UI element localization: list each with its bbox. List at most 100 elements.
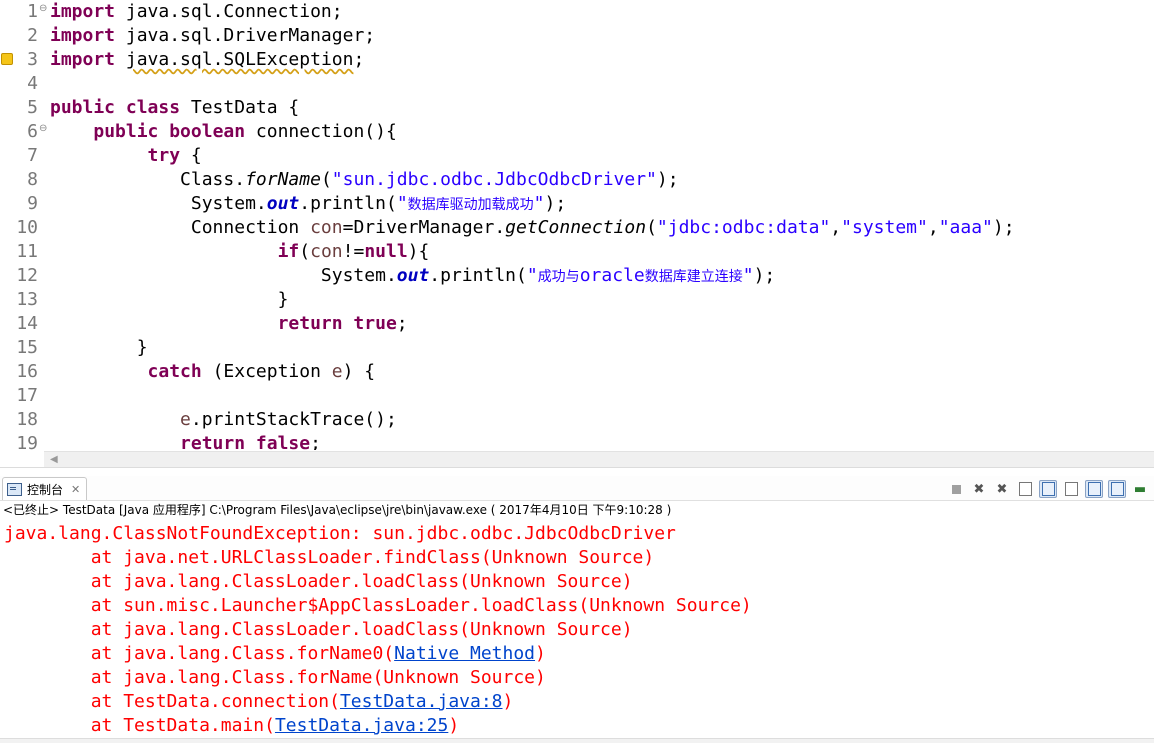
code-text: Connection con=DriverManager.getConnecti… (50, 216, 1015, 240)
code-line[interactable]: 19 return false; (0, 432, 1154, 450)
code-token: ( (320, 169, 332, 190)
code-token: if (277, 241, 300, 262)
code-line[interactable]: 2 import java.sql.DriverManager; (0, 24, 1154, 48)
code-text: try { (50, 144, 202, 168)
code-token: import (50, 25, 116, 46)
close-icon[interactable]: ✕ (71, 483, 80, 496)
code-line[interactable]: 14 return true; (0, 312, 1154, 336)
tab-console-label: 控制台 (27, 482, 64, 497)
code-line[interactable]: 10 Connection con=DriverManager.getConne… (0, 216, 1154, 240)
word-wrap-icon[interactable] (1039, 480, 1057, 498)
stack-trace-link[interactable]: Native Method (394, 643, 535, 664)
fold-toggle-icon[interactable]: ⊖ (39, 122, 47, 136)
line-number: 14 (16, 313, 38, 334)
line-number: 10 (16, 217, 38, 238)
console-icon (7, 482, 22, 496)
console-text: at TestData.connection( (4, 691, 340, 712)
code-token: 数据库建立连接 (644, 269, 743, 285)
code-token: out (266, 193, 300, 214)
code-line[interactable]: 4 (0, 72, 1154, 96)
code-line[interactable]: 9 System.out.println("数据库驱动加载成功"); (0, 192, 1154, 216)
code-line[interactable]: 15 } (0, 336, 1154, 360)
code-token: ); (656, 169, 679, 190)
line-number: 5 (27, 97, 38, 118)
console-text: ) (448, 715, 460, 736)
show-on-output-icon[interactable] (1062, 480, 1080, 498)
code-line[interactable]: 3 import java.sql.SQLException; (0, 48, 1154, 72)
code-line[interactable]: 18 e.printStackTrace(); (0, 408, 1154, 432)
code-token: 成功与 (537, 269, 580, 285)
code-text: import java.sql.SQLException; (50, 48, 364, 72)
code-line[interactable]: 16 catch (Exception e) { (0, 360, 1154, 384)
pin-console-icon[interactable] (1108, 480, 1126, 498)
code-token: ){ (407, 241, 430, 262)
code-line[interactable]: 7 try { (0, 144, 1154, 168)
code-token: public class (50, 97, 181, 118)
code-line[interactable]: 12 System.out.println("成功与oracle数据库建立连接"… (0, 264, 1154, 288)
fold-toggle-icon[interactable]: ⊖ (39, 2, 47, 16)
tab-console[interactable]: 控制台 ✕ (2, 477, 88, 500)
code-text: catch (Exception e) { (50, 360, 376, 384)
code-token: java.sql.Connection; (115, 1, 343, 22)
scroll-lock-icon[interactable] (1016, 480, 1034, 498)
code-token: 数据库驱动加载成功 (407, 197, 534, 213)
code-token: , (830, 217, 842, 238)
code-line[interactable]: 1 ⊖ import java.sql.Connection; (0, 0, 1154, 24)
code-line[interactable]: 5 public class TestData { (0, 96, 1154, 120)
console-text: java.lang.ClassNotFoundException: sun.jd… (4, 523, 676, 544)
code-line[interactable]: 6 ⊖ public boolean connection(){ (0, 120, 1154, 144)
code-token: "system" (841, 217, 928, 238)
code-editor[interactable]: 1 ⊖ import java.sql.Connection; 2 import jav… (0, 0, 1154, 450)
code-token: getConnection (505, 217, 647, 238)
code-token: System. (50, 265, 397, 286)
bottom-edge (0, 738, 1154, 743)
code-token: " (526, 265, 538, 286)
code-token: System. (50, 193, 267, 214)
code-text: public boolean connection(){ (50, 120, 396, 144)
remove-launch-icon[interactable]: ✖ (970, 480, 988, 498)
line-number: 8 (27, 169, 38, 190)
code-line[interactable]: 13 } (0, 288, 1154, 312)
code-line[interactable]: 11 if(con!=null){ (0, 240, 1154, 264)
console-output-line: at sun.misc.Launcher$AppClassLoader.load… (4, 594, 1154, 618)
code-line[interactable]: 17 (0, 384, 1154, 408)
line-number: 6 (27, 121, 38, 142)
editor-horizontal-scrollbar[interactable]: ◀ (44, 451, 1154, 468)
remove-all-launches-icon[interactable]: ✖ (993, 480, 1011, 498)
console-text: at java.net.URLClassLoader.findClass(Unk… (4, 547, 655, 568)
scroll-left-arrow-icon[interactable]: ◀ (50, 454, 58, 465)
line-number: 13 (16, 289, 38, 310)
console-text: at sun.misc.Launcher$AppClassLoader.load… (4, 595, 752, 616)
open-console-icon[interactable]: ▬ (1131, 480, 1149, 498)
console-toolbar: ✖ ✖ ▬ (947, 479, 1154, 499)
code-text: import java.sql.DriverManager; (50, 24, 375, 48)
code-text: } (50, 336, 148, 360)
code-token: " (396, 193, 408, 214)
code-token: (Exception (201, 361, 332, 382)
line-number: 9 (27, 193, 38, 214)
code-token: "aaa" (938, 217, 993, 238)
line-number: 7 (27, 145, 38, 166)
console-output-line: at java.lang.ClassLoader.loadClass(Unkno… (4, 570, 1154, 594)
code-token: ); (992, 217, 1015, 238)
code-token: "jdbc:odbc:data" (656, 217, 831, 238)
show-on-error-icon[interactable] (1085, 480, 1103, 498)
code-token: =DriverManager. (342, 217, 506, 238)
code-token: ); (544, 193, 567, 214)
code-line[interactable]: 8 Class.forName("sun.jdbc.odbc.JdbcOdbcD… (0, 168, 1154, 192)
stack-trace-link[interactable]: TestData.java:8 (340, 691, 503, 712)
code-token: TestData { (180, 97, 300, 118)
code-text: public class TestData { (50, 96, 299, 120)
line-number: 12 (16, 265, 38, 286)
code-token: forName (245, 169, 321, 190)
console-text: ) (535, 643, 546, 664)
stack-trace-link[interactable]: TestData.java:25 (275, 715, 448, 736)
code-token: != (342, 241, 365, 262)
console-output[interactable]: java.lang.ClassNotFoundException: sun.jd… (4, 522, 1154, 738)
code-text: import java.sql.Connection; (50, 0, 343, 24)
terminate-icon[interactable] (947, 480, 965, 498)
